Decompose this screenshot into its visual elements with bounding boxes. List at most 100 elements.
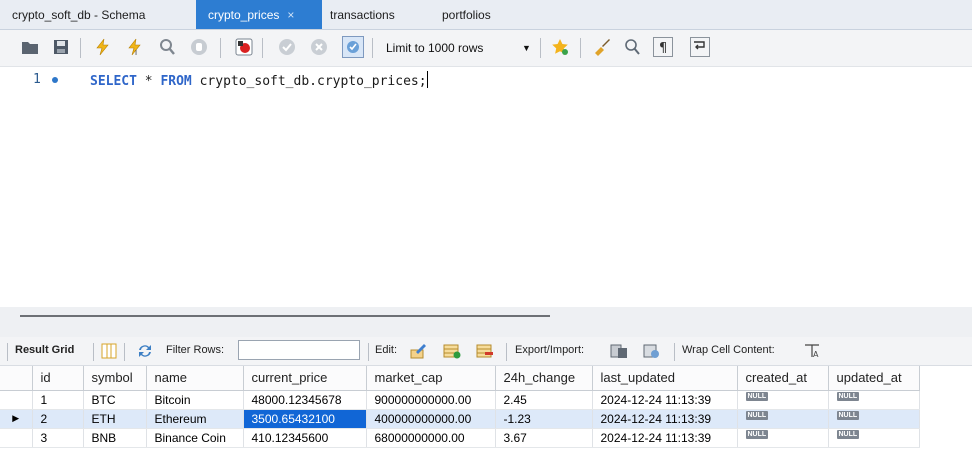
cell-last-updated[interactable]: 2024-12-24 11:13:39: [592, 409, 738, 429]
filter-rows-input[interactable]: [238, 340, 360, 360]
null-badge: NULL: [745, 410, 769, 420]
null-badge: NULL: [745, 391, 769, 401]
cell-id[interactable]: 3: [32, 428, 84, 448]
cell-last-updated[interactable]: 2024-12-24 11:13:39: [592, 428, 738, 448]
autocommit-toggle-icon[interactable]: [342, 36, 364, 58]
toolbar-separator: [372, 38, 373, 58]
cell-market-cap[interactable]: 68000000000.00: [366, 428, 496, 448]
row-marker[interactable]: [0, 428, 33, 448]
open-folder-icon[interactable]: [20, 37, 40, 57]
tab-transactions[interactable]: transactions: [318, 0, 428, 29]
cell-current-price[interactable]: 410.12345600: [243, 428, 367, 448]
toolbar-separator: [540, 38, 541, 58]
toggle-error-icon[interactable]: [234, 37, 254, 57]
tab-schema[interactable]: crypto_soft_db - Schema: [0, 0, 186, 29]
cell-created-at[interactable]: NULL: [737, 409, 829, 429]
column-header-id[interactable]: id: [32, 366, 84, 391]
toolbar-separator: [7, 343, 8, 361]
cell-24h-change[interactable]: 2.45: [495, 390, 593, 410]
sql-toolbar: I Limit to 1000 rows ▼ ¶: [0, 30, 972, 67]
cell-id[interactable]: 1: [32, 390, 84, 410]
cell-current-price[interactable]: 3500.65432100: [243, 409, 367, 429]
horizontal-scrollbar[interactable]: [20, 315, 550, 317]
sql-table-reference: crypto_soft_db.crypto_prices;: [199, 74, 427, 89]
column-header-market-cap[interactable]: market_cap: [366, 366, 496, 391]
null-badge: NULL: [836, 391, 860, 401]
tab-label: crypto_soft_db - Schema: [12, 8, 146, 22]
tab-portfolios[interactable]: portfolios: [430, 0, 530, 29]
column-header-current-price[interactable]: current_price: [243, 366, 367, 391]
invisible-chars-pilcrow-icon[interactable]: ¶: [653, 37, 673, 57]
table-row[interactable]: 3 BNB Binance Coin 410.12345600 68000000…: [0, 428, 920, 448]
cell-name[interactable]: Bitcoin: [146, 390, 244, 410]
beautify-brush-icon[interactable]: [592, 37, 612, 57]
cell-symbol[interactable]: BNB: [83, 428, 147, 448]
column-header-name[interactable]: name: [146, 366, 244, 391]
column-header-updated-at[interactable]: updated_at: [828, 366, 920, 391]
toolbar-separator: [93, 343, 94, 361]
cell-updated-at[interactable]: NULL: [828, 390, 920, 410]
tab-crypto-prices[interactable]: crypto_prices ×: [196, 0, 322, 29]
sql-star: *: [144, 74, 153, 89]
line-number: 1: [33, 72, 41, 87]
row-marker[interactable]: [0, 390, 33, 410]
cell-id[interactable]: 2: [32, 409, 84, 429]
toolbar-separator: [674, 343, 675, 361]
cell-symbol[interactable]: ETH: [83, 409, 147, 429]
sql-keyword-select: SELECT: [90, 74, 137, 89]
rollback-cancel-icon[interactable]: [309, 37, 329, 57]
cell-symbol[interactable]: BTC: [83, 390, 147, 410]
cell-current-price[interactable]: 48000.12345678: [243, 390, 367, 410]
find-magnifier-icon[interactable]: [622, 37, 642, 57]
cell-name[interactable]: Binance Coin: [146, 428, 244, 448]
limit-rows-select[interactable]: Limit to 1000 rows ▼: [378, 37, 531, 59]
wrap-cell-toggle-icon[interactable]: A: [803, 342, 821, 360]
edit-row-pencil-icon[interactable]: [410, 342, 428, 360]
row-marker[interactable]: ▶: [0, 409, 33, 429]
result-table: id symbol name current_price market_cap …: [0, 366, 920, 448]
explain-magnifier-icon[interactable]: [157, 37, 177, 57]
column-header-last-updated[interactable]: last_updated: [592, 366, 738, 391]
cell-created-at[interactable]: NULL: [737, 390, 829, 410]
toolbar-separator: [262, 38, 263, 58]
import-icon[interactable]: [643, 342, 661, 360]
stop-hand-icon[interactable]: [189, 37, 209, 57]
cell-last-updated[interactable]: 2024-12-24 11:13:39: [592, 390, 738, 410]
column-header-24h-change[interactable]: 24h_change: [495, 366, 593, 391]
table-row[interactable]: 1 BTC Bitcoin 48000.12345678 90000000000…: [0, 390, 920, 410]
null-badge: NULL: [836, 410, 860, 420]
cell-name[interactable]: Ethereum: [146, 409, 244, 429]
cell-updated-at[interactable]: NULL: [828, 409, 920, 429]
tab-label: transactions: [330, 8, 395, 22]
sql-editor[interactable]: 1 SELECT * FROM crypto_soft_db.crypto_pr…: [0, 67, 972, 307]
cell-market-cap[interactable]: 400000000000.00: [366, 409, 496, 429]
insert-row-icon[interactable]: [443, 342, 461, 360]
table-row[interactable]: ▶ 2 ETH Ethereum 3500.65432100 400000000…: [0, 409, 920, 429]
column-header-created-at[interactable]: created_at: [737, 366, 829, 391]
close-icon[interactable]: ×: [287, 0, 294, 31]
column-header-symbol[interactable]: symbol: [83, 366, 147, 391]
edit-label: Edit:: [375, 344, 398, 356]
delete-row-icon[interactable]: [476, 342, 494, 360]
execute-current-icon[interactable]: I: [125, 37, 145, 57]
cell-24h-change[interactable]: 3.67: [495, 428, 593, 448]
grid-columns-icon[interactable]: [100, 342, 118, 360]
tab-label: crypto_prices: [208, 8, 280, 22]
export-icon[interactable]: [610, 342, 628, 360]
save-icon[interactable]: [51, 37, 71, 57]
execute-lightning-icon[interactable]: [93, 37, 113, 57]
cell-created-at[interactable]: NULL: [737, 428, 829, 448]
result-grid-label[interactable]: Result Grid: [15, 344, 74, 356]
refresh-arrows-icon[interactable]: [136, 342, 154, 360]
panel-splitter[interactable]: [0, 307, 972, 337]
word-wrap-icon[interactable]: [690, 37, 710, 57]
null-badge: NULL: [836, 429, 860, 439]
sql-query-text[interactable]: SELECT * FROM crypto_soft_db.crypto_pric…: [90, 71, 428, 89]
cell-24h-change[interactable]: -1.23: [495, 409, 593, 429]
limit-rows-value: Limit to 1000 rows: [386, 41, 484, 55]
cell-updated-at[interactable]: NULL: [828, 428, 920, 448]
commit-check-icon[interactable]: [277, 37, 297, 57]
add-snippet-star-icon[interactable]: [550, 37, 570, 57]
cell-market-cap[interactable]: 900000000000.00: [366, 390, 496, 410]
statement-marker-icon: [52, 77, 58, 83]
